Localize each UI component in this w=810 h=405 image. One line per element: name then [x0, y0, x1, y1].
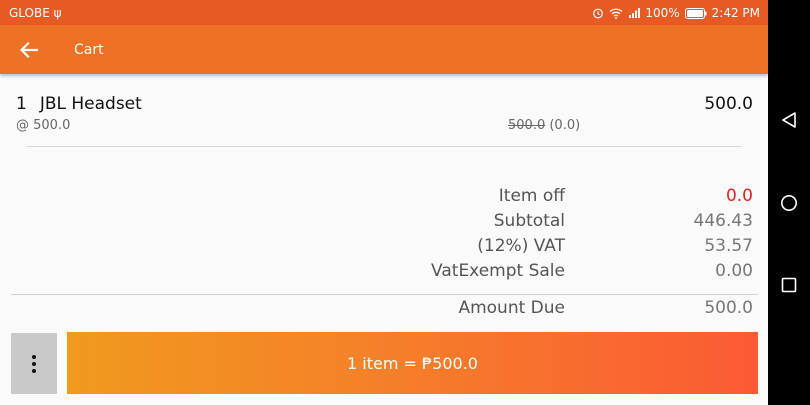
summary-divider	[11, 294, 758, 295]
vat-value: 53.57	[704, 236, 753, 256]
app-bar: Cart	[0, 25, 768, 74]
page-title: Cart	[74, 42, 104, 58]
item-unit-price: @ 500.0	[16, 118, 71, 133]
item-discount: 500.0 (0.0)	[508, 118, 580, 133]
status-icons: 100% 2:42 PM	[592, 6, 760, 20]
android-nav-bar	[768, 0, 810, 405]
battery-percent: 100%	[645, 6, 680, 20]
item-name: JBL Headset	[39, 94, 142, 114]
wifi-icon	[609, 8, 623, 19]
subtotal-label: Subtotal	[493, 211, 565, 231]
item-original-price: 500.0	[508, 118, 546, 133]
more-options-button[interactable]	[11, 333, 57, 394]
clock: 2:42 PM	[711, 6, 760, 20]
vat-exempt-label: VatExempt Sale	[431, 261, 565, 281]
nav-recents-icon[interactable]	[780, 276, 798, 294]
amount-due-value: 500.0	[704, 298, 753, 318]
nav-back-icon[interactable]	[780, 111, 798, 129]
signal-icon	[629, 8, 641, 18]
item-total: 500.0	[704, 94, 753, 114]
checkout-button[interactable]: 1 item = ₱500.0	[67, 332, 758, 394]
amount-due-label: Amount Due	[458, 298, 565, 318]
vat-exempt-value: 0.00	[715, 261, 753, 281]
cart-screen: GLOBE ψ 100% 2:42 PM Cart 1 JBL Headset 5…	[0, 0, 768, 405]
vat-label: (12%) VAT	[477, 236, 565, 256]
item-quantity: 1	[16, 94, 27, 114]
item-discount-amount: (0.0)	[549, 118, 581, 133]
more-vert-icon	[32, 354, 36, 373]
status-bar: GLOBE ψ 100% 2:42 PM	[0, 0, 768, 25]
usb-icon: ψ	[53, 6, 62, 20]
item-divider	[26, 146, 742, 147]
item-off-label: Item off	[498, 186, 565, 206]
back-arrow-icon[interactable]	[18, 39, 40, 61]
nav-home-icon[interactable]	[780, 194, 798, 212]
carrier-label: GLOBE ψ	[9, 6, 62, 20]
cart-item-line: 1 JBL Headset	[16, 94, 142, 114]
item-off-value: 0.0	[725, 186, 753, 206]
battery-icon	[684, 7, 707, 19]
alarm-icon	[593, 8, 604, 19]
subtotal-value: 446.43	[693, 211, 753, 231]
